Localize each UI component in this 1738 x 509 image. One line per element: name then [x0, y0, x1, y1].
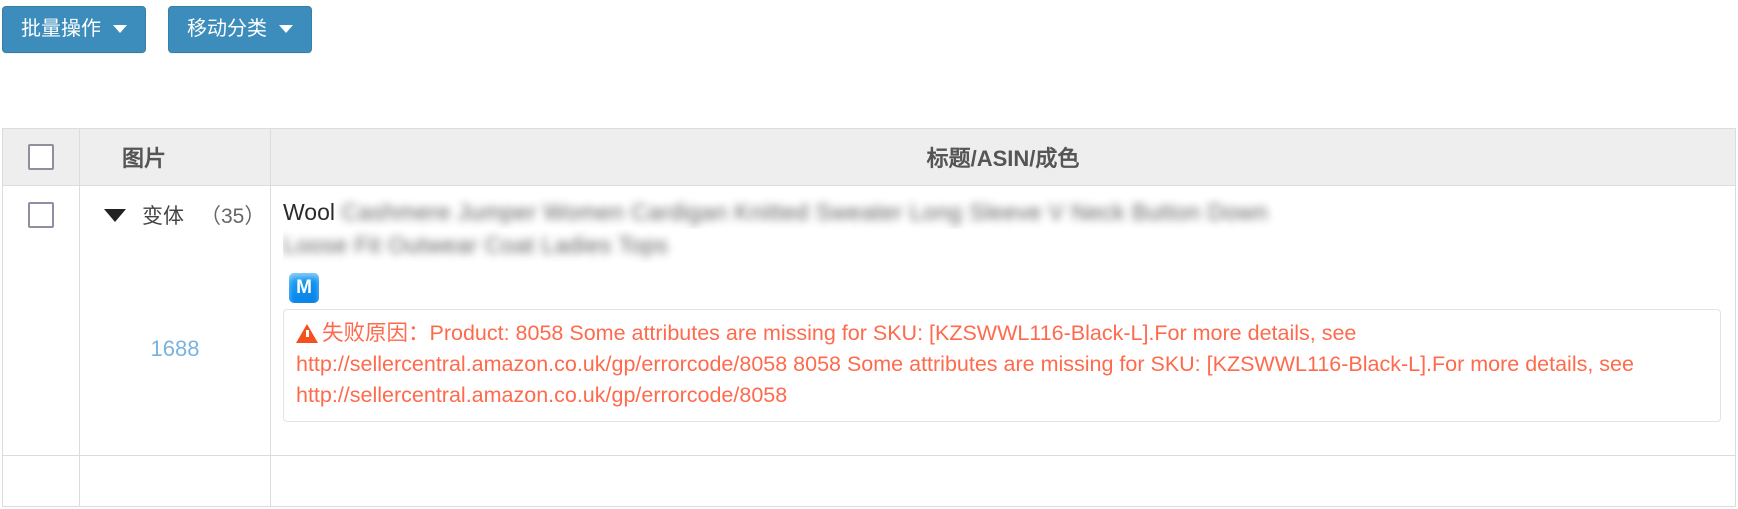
product-table: 图片 标题/ASIN/成色 变体 （35） 1688 Wool Cashmere… — [2, 128, 1736, 507]
error-label: 失败原因： — [322, 320, 430, 345]
next-row-title-cell — [270, 455, 1736, 507]
row-variant-cell: 变体 （35） 1688 — [79, 185, 271, 456]
product-title-line-1: Wool Cashmere Jumper Women Cardigan Knit… — [283, 196, 1721, 229]
table-header-row: 图片 标题/ASIN/成色 — [2, 128, 1736, 186]
select-all-checkbox[interactable] — [28, 144, 54, 170]
table-row: 变体 （35） 1688 Wool Cashmere Jumper Women … — [2, 185, 1736, 456]
badge-row: M — [289, 272, 1721, 303]
chevron-down-icon — [279, 25, 293, 33]
bulk-operation-button[interactable]: 批量操作 — [2, 6, 146, 53]
header-title-label: 标题/ASIN/成色 — [926, 146, 1080, 171]
variant-label: 变体 — [142, 205, 184, 228]
product-table-container: 图片 标题/ASIN/成色 变体 （35） 1688 Wool Cashmere… — [2, 128, 1736, 507]
row-title-cell: Wool Cashmere Jumper Women Cardigan Knit… — [270, 185, 1736, 456]
variant-header: 变体 （35） — [80, 200, 270, 230]
variant-count: （35） — [200, 205, 266, 228]
product-title-prefix: Wool — [283, 199, 335, 225]
product-title-redacted-2: Loose Fit Outwear Coat Ladies Tops — [283, 232, 669, 259]
next-row-select-cell — [2, 455, 80, 507]
table-row-next — [2, 455, 1736, 507]
move-category-label: 移动分类 — [187, 18, 267, 40]
product-title-line-2: Loose Fit Outwear Coat Ladies Tops — [283, 229, 1721, 262]
error-message-container: 失败原因：Product: 8058 Some attributes are m… — [296, 318, 1708, 412]
source-link-1688[interactable]: 1688 — [80, 336, 270, 362]
action-toolbar: 批量操作 移动分类 — [0, 6, 312, 53]
header-image: 图片 — [79, 128, 271, 186]
row-select-cell — [2, 185, 80, 456]
chevron-down-icon — [113, 25, 127, 33]
product-title-redacted-1: Cashmere Jumper Women Cardigan Knitted S… — [341, 199, 1268, 225]
header-title-asin-condition: 标题/ASIN/成色 — [270, 128, 1736, 186]
header-select-all — [2, 128, 80, 186]
next-row-variant-cell — [79, 455, 271, 507]
error-message: Product: 8058 Some attributes are missin… — [296, 320, 1634, 408]
warning-icon — [296, 323, 318, 343]
collapse-triangle-icon[interactable] — [104, 208, 126, 222]
header-image-label: 图片 — [122, 146, 167, 171]
row-checkbox[interactable] — [28, 202, 54, 228]
bulk-operation-label: 批量操作 — [21, 18, 101, 40]
move-category-button[interactable]: 移动分类 — [168, 6, 312, 53]
error-panel: 失败原因：Product: 8058 Some attributes are m… — [283, 308, 1721, 423]
m-badge-icon[interactable]: M — [289, 272, 319, 303]
table-body: 变体 （35） 1688 Wool Cashmere Jumper Women … — [2, 185, 1736, 507]
table-header: 图片 标题/ASIN/成色 — [2, 128, 1736, 186]
